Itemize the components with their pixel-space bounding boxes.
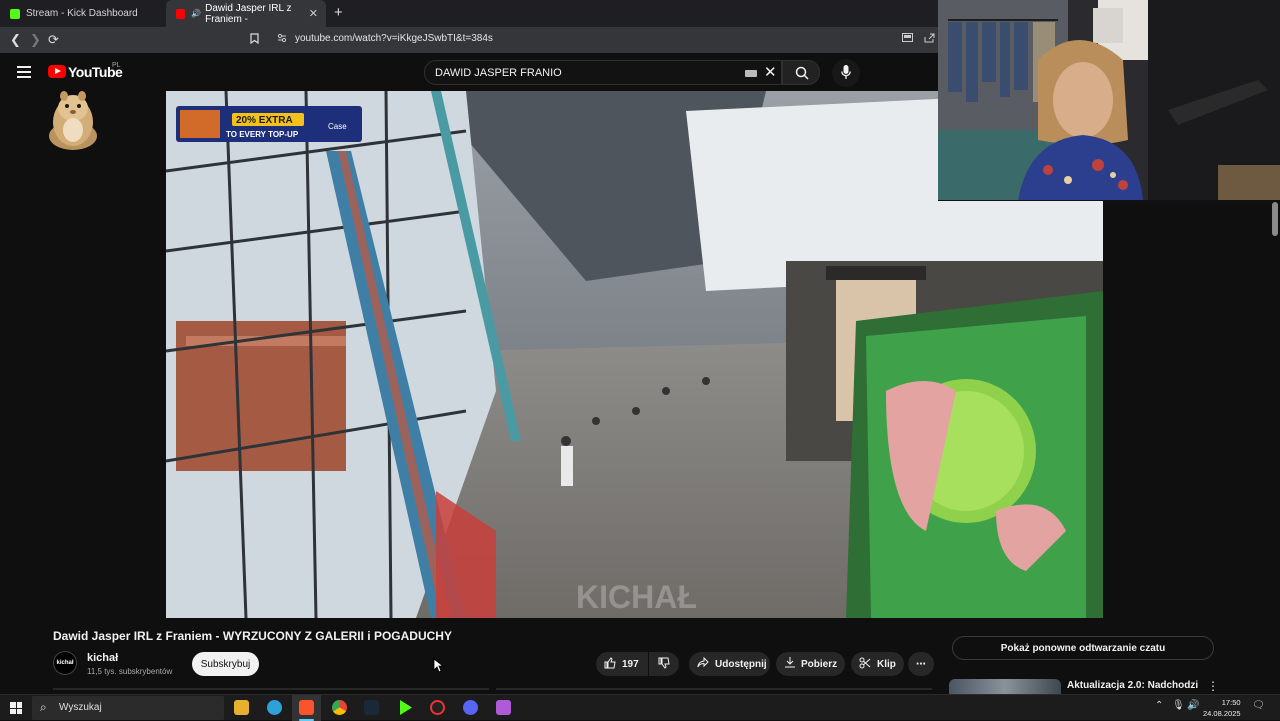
search-query[interactable]: DAWID JASPER FRANIO: [435, 67, 562, 79]
tab-label: Stream - Kick Dashboard: [26, 8, 138, 19]
banner-line2: TO EVERY TOP-UP: [226, 130, 299, 139]
edge-icon[interactable]: [267, 700, 282, 715]
divider: [53, 688, 489, 690]
hamster-sticker-image: [49, 91, 97, 150]
date: 24.08.2025: [1203, 709, 1241, 718]
channel-avatar-text: kichał: [56, 660, 74, 666]
discord-icon[interactable]: [463, 700, 478, 715]
tab-kick-dashboard[interactable]: Stream - Kick Dashboard: [0, 0, 165, 27]
more-actions-button[interactable]: ⋯: [908, 652, 934, 676]
kick-app-icon[interactable]: [400, 700, 412, 715]
tab-youtube-video[interactable]: 🔊 Dawid Jasper IRL z Franiem - ✕: [166, 0, 326, 27]
scissors-icon: [859, 657, 871, 672]
subscribe-button[interactable]: Subskrybuj: [192, 652, 259, 676]
recommended-video-thumbnail[interactable]: [949, 679, 1061, 695]
close-tab-icon[interactable]: ✕: [309, 7, 318, 20]
new-tab-button[interactable]: +: [334, 4, 343, 21]
like-button[interactable]: 197: [596, 652, 648, 676]
search-icon: ⌕: [40, 700, 47, 714]
microphone-tray-icon[interactable]: 🎙: [1172, 700, 1185, 711]
reload-icon[interactable]: ⟳: [48, 32, 59, 48]
thumbs-up-icon: [604, 656, 616, 672]
url-field[interactable]: youtube.com/watch?v=iKkgeJSwbTI&t=384s: [295, 33, 493, 44]
chrome-icon[interactable]: [332, 700, 347, 715]
taskbar-clock[interactable]: 17:50 24.08.2025: [1203, 697, 1241, 719]
bookmark-icon[interactable]: [250, 33, 259, 47]
taskbar-search-placeholder: Wyszukaj: [59, 702, 102, 713]
scrollbar-thumb[interactable]: [1272, 202, 1278, 236]
channel-avatar[interactable]: kichał: [53, 651, 77, 675]
like-count: 197: [622, 658, 639, 670]
webcam-overlay: [938, 0, 1280, 201]
thumbs-down-icon: [658, 657, 670, 672]
menu-icon[interactable]: [17, 66, 31, 78]
windows-taskbar: ⌕ Wyszukaj ⌃ 🎙 🔊 17:50 24.08.2025 🗨: [0, 694, 1280, 721]
kick-icon: [10, 8, 20, 19]
divider: [496, 688, 932, 690]
banner-brand: Case: [328, 122, 347, 131]
windows-start-icon[interactable]: [10, 702, 22, 714]
app-icon[interactable]: [496, 700, 511, 715]
share-label: Udostępnij: [715, 658, 767, 670]
clip-label: Klip: [877, 658, 896, 670]
dislike-button[interactable]: [649, 652, 679, 676]
search-button[interactable]: [782, 60, 820, 85]
youtube-icon: [176, 8, 186, 19]
speaker-icon: 🔊: [191, 9, 202, 18]
keyboard-icon[interactable]: [745, 70, 757, 77]
download-button[interactable]: Pobierz: [776, 652, 845, 676]
mouse-cursor-icon: [433, 658, 443, 673]
share-button[interactable]: Udostępnij: [689, 652, 770, 676]
webcam-frame-streamer: [938, 0, 1280, 200]
recommended-video-title[interactable]: Aktualizacja 2.0: Nadchodzi: [1067, 680, 1198, 691]
file-explorer-icon[interactable]: [234, 700, 249, 715]
recommended-more-icon[interactable]: ⋮: [1207, 679, 1219, 693]
share-icon: [697, 656, 709, 671]
subscriber-count: 11,5 tys. subskrybentów: [87, 667, 173, 676]
more-actions-icon: ⋯: [916, 658, 926, 670]
steam-icon[interactable]: [364, 700, 379, 715]
search-input[interactable]: DAWID JASPER FRANIO ✕: [424, 60, 782, 85]
forward-icon[interactable]: ❯: [30, 32, 41, 48]
share-page-icon[interactable]: [924, 33, 935, 46]
channel-name[interactable]: kichał: [87, 652, 118, 664]
cast-icon[interactable]: [902, 33, 913, 45]
country-code: PL: [112, 62, 121, 69]
tray-chevron-icon[interactable]: ⌃: [1155, 700, 1163, 711]
video-title: Dawid Jasper IRL z Franiem - WYRZUCONY Z…: [53, 629, 452, 643]
microphone-icon: [841, 65, 851, 79]
back-icon[interactable]: ❮: [10, 32, 21, 48]
taskbar-search-input[interactable]: ⌕ Wyszukaj: [32, 696, 224, 720]
show-chat-replay-button[interactable]: Pokaż ponowne odtwarzanie czatu: [952, 636, 1214, 660]
time: 17:50: [1221, 698, 1241, 707]
video-watermark: KICHAŁ: [576, 579, 697, 615]
brave-icon[interactable]: [299, 700, 314, 715]
youtube-logo-icon[interactable]: [48, 65, 66, 78]
clear-search-icon[interactable]: ✕: [764, 63, 777, 81]
volume-icon[interactable]: 🔊: [1187, 700, 1199, 711]
site-info-icon[interactable]: [277, 33, 287, 46]
notifications-icon[interactable]: 🗨: [1252, 700, 1265, 711]
banner-line1: 20% EXTRA: [236, 115, 293, 126]
voice-search-button[interactable]: [832, 59, 860, 87]
download-icon: [785, 657, 795, 671]
download-label: Pobierz: [801, 658, 838, 670]
clip-button[interactable]: Klip: [851, 652, 904, 676]
search-icon: [795, 66, 809, 80]
obs-icon[interactable]: [430, 700, 445, 715]
